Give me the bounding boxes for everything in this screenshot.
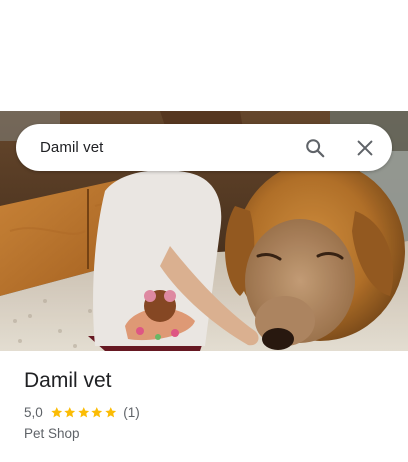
star-icon [105, 406, 116, 417]
search-icon [306, 139, 325, 158]
close-icon [357, 140, 373, 156]
star-icon [78, 406, 89, 417]
search-input[interactable]: Damil vet [40, 124, 103, 171]
close-button[interactable] [352, 135, 378, 161]
rating-value: 5,0 [24, 404, 43, 420]
place-title[interactable]: Damil vet [24, 366, 384, 396]
place-info: Damil vet 5,0 (1) Pet Shop [24, 366, 384, 441]
review-count[interactable]: (1) [123, 405, 140, 420]
search-button[interactable] [302, 135, 328, 161]
star-rating [50, 406, 118, 419]
star-icon [91, 406, 103, 417]
search-bar: Damil vet [16, 124, 392, 171]
place-category: Pet Shop [24, 426, 80, 441]
place-card-screen: Damil vet Damil vet 5,0 (1) Pet Shop [0, 0, 408, 462]
rating-row[interactable]: 5,0 (1) [24, 403, 384, 421]
star-icon [51, 406, 62, 417]
star-icon [64, 406, 76, 417]
